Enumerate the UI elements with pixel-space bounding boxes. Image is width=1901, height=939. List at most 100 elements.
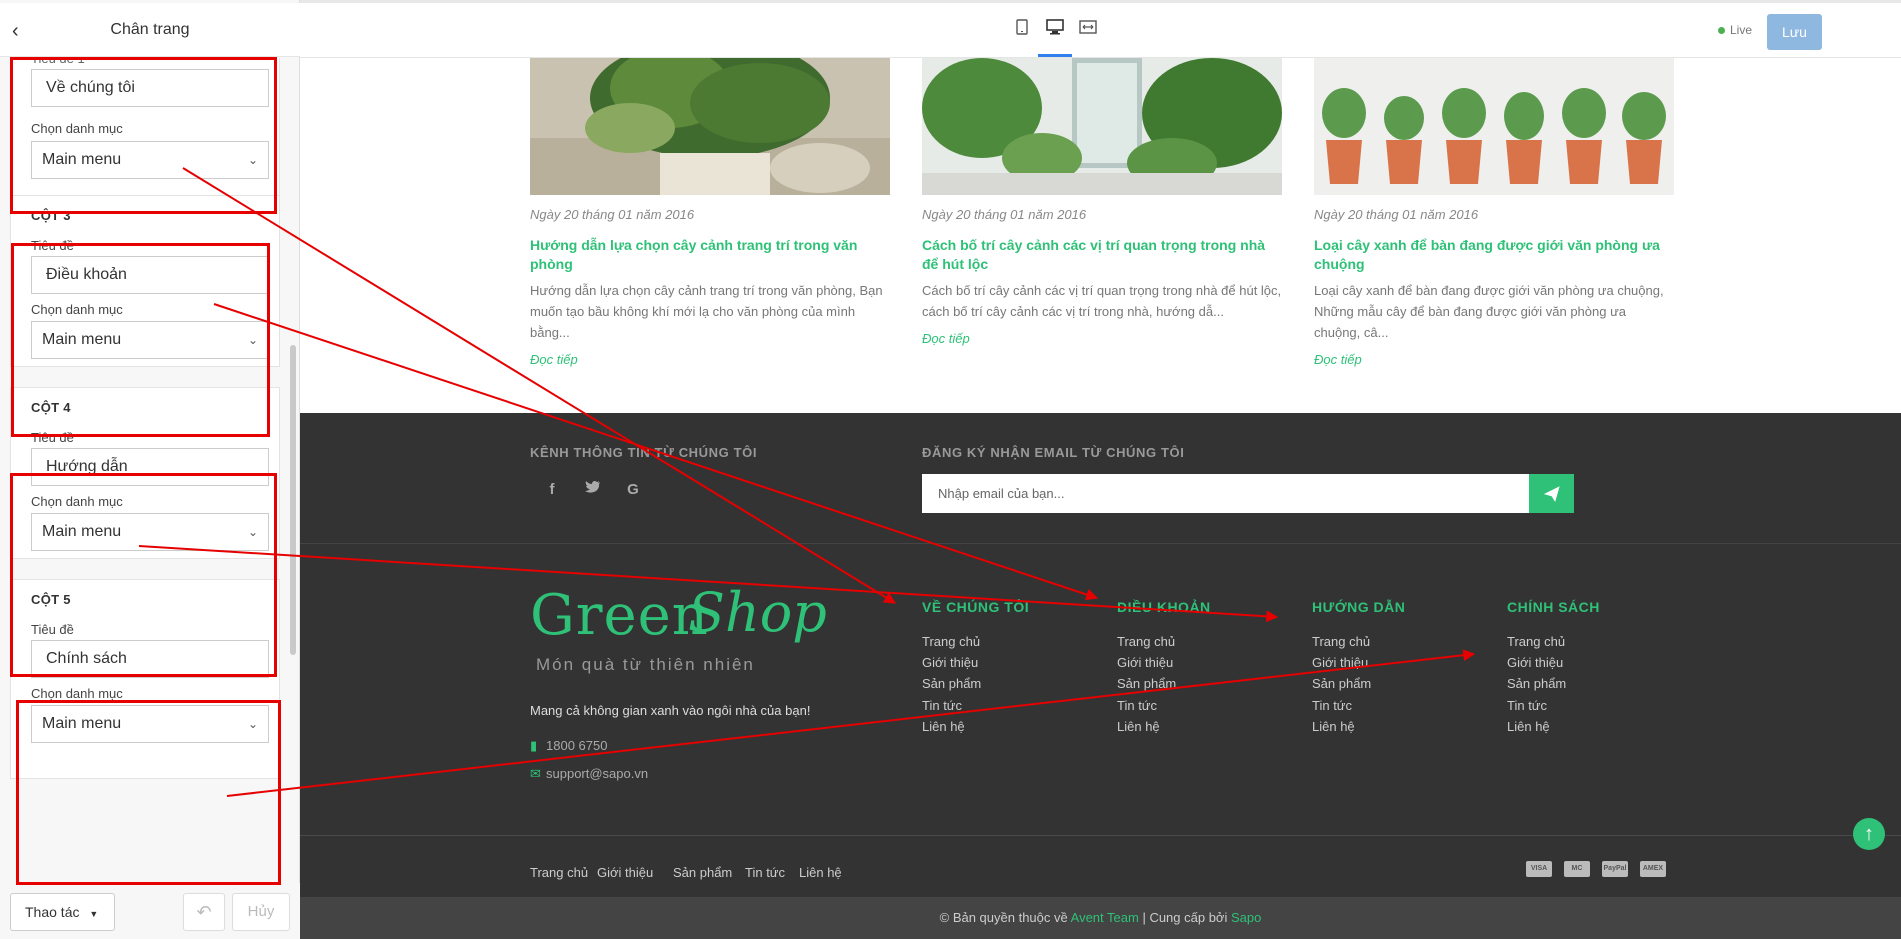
sidebar-title: Chân trang: [110, 21, 190, 38]
footer-divider: [300, 543, 1901, 544]
fullwidth-icon[interactable]: [1076, 19, 1100, 43]
footer-column-heading: ĐIỀU KHOẢN: [1117, 599, 1211, 615]
phone-number: 1800 6750: [546, 738, 608, 753]
post-date: Ngày 20 tháng 01 năm 2016: [922, 207, 1087, 222]
sidebar-footer: Thao tác ▼ ↶ Hủy: [0, 883, 300, 939]
footer-link[interactable]: Sản phẩm: [1507, 676, 1566, 691]
desktop-icon[interactable]: [1043, 19, 1067, 43]
post-image[interactable]: [922, 58, 1282, 195]
footer-link[interactable]: Liên hệ: [1507, 719, 1550, 734]
footer-column-heading: VỀ CHÚNG TÔI: [922, 599, 1030, 615]
sidebar-scrollbar[interactable]: [290, 345, 296, 655]
send-icon: [1543, 486, 1560, 502]
footer-column-heading: HƯỚNG DẪN: [1312, 599, 1406, 615]
site-logo[interactable]: Green Shop Món quà từ thiên nhiên: [530, 581, 830, 693]
site-preview: Ngày 20 tháng 01 năm 2016 Hướng dẫn lựa …: [300, 58, 1901, 939]
read-more-link[interactable]: Đọc tiếp: [922, 331, 970, 346]
footer-link[interactable]: Sản phẩm: [1117, 676, 1176, 691]
post-title[interactable]: Cách bố trí cây cảnh các vị trí quan trọ…: [922, 236, 1282, 274]
newsletter-heading: ĐĂNG KÝ NHẬN EMAIL TỪ CHÚNG TÔI: [922, 445, 1185, 460]
footer-link[interactable]: Sản phẩm: [922, 676, 981, 691]
google-icon[interactable]: G: [623, 480, 643, 500]
cancel-button[interactable]: Hủy: [232, 893, 290, 931]
phone-icon: ▮: [530, 738, 538, 753]
footer-email: ✉ support@sapo.vn: [530, 766, 648, 782]
email-address: support@sapo.vn: [546, 766, 649, 781]
site-footer: KÊNH THÔNG TIN TỪ CHÚNG TÔI f G ĐĂNG KÝ …: [300, 413, 1901, 939]
footer-link[interactable]: Trang chủ: [1507, 634, 1565, 649]
col5-menu-label: Chọn danh mục: [31, 686, 123, 701]
bottom-nav-link[interactable]: Sản phẩm: [673, 865, 732, 880]
newsletter-submit-button[interactable]: [1529, 474, 1574, 513]
caret-down-icon: ▼: [89, 909, 99, 919]
copyright-team-link[interactable]: Avent Team: [1071, 910, 1139, 925]
amex-icon: AMEX: [1640, 861, 1666, 877]
footer-link[interactable]: Giới thiệu: [922, 655, 978, 670]
post-image[interactable]: [1314, 58, 1674, 195]
footer-phone: ▮ 1800 6750: [530, 738, 607, 754]
logo-tagline: Món quà từ thiên nhiên: [536, 655, 755, 674]
annotation-box: [10, 473, 277, 677]
footer-link[interactable]: Tin tức: [1507, 698, 1547, 713]
social-heading: KÊNH THÔNG TIN TỪ CHÚNG TÔI: [530, 445, 758, 460]
bottom-nav-link[interactable]: Tin tức: [745, 865, 785, 880]
footer-link[interactable]: Liên hệ: [1117, 719, 1160, 734]
annotation-box: [11, 243, 270, 437]
footer-column-heading: CHÍNH SÁCH: [1507, 599, 1600, 615]
footer-link[interactable]: Trang chủ: [922, 634, 980, 649]
copyright-mid: | Cung cấp bởi: [1142, 910, 1228, 925]
facebook-icon[interactable]: f: [542, 480, 562, 500]
annotation-box: [16, 700, 281, 885]
preview-toolbar: Live Lưu: [300, 3, 1901, 58]
footer-link[interactable]: Tin tức: [922, 698, 962, 713]
undo-icon: ↶: [196, 902, 212, 922]
post-excerpt: Loại cây xanh để bàn đang được giới văn …: [1314, 283, 1664, 340]
save-button[interactable]: Lưu: [1767, 14, 1822, 50]
newsletter-email-input[interactable]: Nhập email của bạn...: [922, 474, 1529, 513]
footer-link[interactable]: Tin tức: [1312, 698, 1352, 713]
logo-text-green: Green: [530, 583, 709, 648]
action-label: Thao tác: [25, 904, 80, 920]
bottom-nav-link[interactable]: Trang chủ: [530, 865, 588, 880]
arrow-up-icon[interactable]: ↑: [1853, 818, 1885, 850]
twitter-icon[interactable]: [583, 480, 603, 500]
post-date: Ngày 20 tháng 01 năm 2016: [530, 207, 695, 222]
mail-icon: ✉: [530, 766, 541, 781]
footer-link[interactable]: Giới thiệu: [1312, 655, 1368, 670]
live-status: Live: [1718, 23, 1752, 37]
post-image[interactable]: [530, 58, 890, 195]
read-more-link[interactable]: Đọc tiếp: [530, 352, 578, 367]
footer-link[interactable]: Liên hệ: [1312, 719, 1355, 734]
footer-link[interactable]: Trang chủ: [1117, 634, 1175, 649]
mobile-icon[interactable]: [1010, 19, 1034, 43]
footer-description: Mang cả không gian xanh vào ngôi nhà của…: [530, 703, 811, 718]
annotation-box: [10, 57, 277, 214]
bottom-nav-link[interactable]: Liên hệ: [799, 865, 842, 880]
copyright-prefix: © Bản quyền thuộc về: [939, 910, 1068, 925]
footer-link[interactable]: Sản phẩm: [1312, 676, 1371, 691]
footer-link[interactable]: Trang chủ: [1312, 634, 1370, 649]
post-excerpt: Cách bố trí cây cảnh các vị trí quan trọ…: [922, 283, 1282, 319]
status-dot-icon: [1718, 27, 1725, 35]
post-title[interactable]: Hướng dẫn lựa chọn cây cảnh trang trí tr…: [530, 236, 890, 274]
undo-button[interactable]: ↶: [183, 893, 225, 931]
footer-link[interactable]: Liên hệ: [922, 719, 965, 734]
bottom-nav-link[interactable]: Giới thiệu: [597, 865, 653, 880]
logo-text-shop: Shop: [688, 581, 827, 644]
footer-link[interactable]: Giới thiệu: [1117, 655, 1173, 670]
footer-divider: [300, 835, 1901, 836]
sidebar-header: ‹ Chân trang: [0, 3, 300, 57]
post-title[interactable]: Loại cây xanh để bàn đang được giới văn …: [1314, 236, 1674, 274]
read-more-link[interactable]: Đọc tiếp: [1314, 352, 1362, 367]
copyright-bar: © Bản quyền thuộc về Avent Team | Cung c…: [300, 897, 1901, 939]
post-date: Ngày 20 tháng 01 năm 2016: [1314, 207, 1479, 222]
visa-icon: VISA: [1526, 861, 1552, 877]
footer-link[interactable]: Giới thiệu: [1507, 655, 1563, 670]
active-device-indicator: [1038, 54, 1072, 57]
live-label: Live: [1730, 23, 1753, 37]
copyright-provider-link[interactable]: Sapo: [1231, 910, 1261, 925]
footer-link[interactable]: Tin tức: [1117, 698, 1157, 713]
mastercard-icon: MC: [1564, 861, 1590, 877]
paypal-icon: PayPal: [1602, 861, 1628, 877]
action-dropdown-button[interactable]: Thao tác ▼: [10, 893, 115, 931]
